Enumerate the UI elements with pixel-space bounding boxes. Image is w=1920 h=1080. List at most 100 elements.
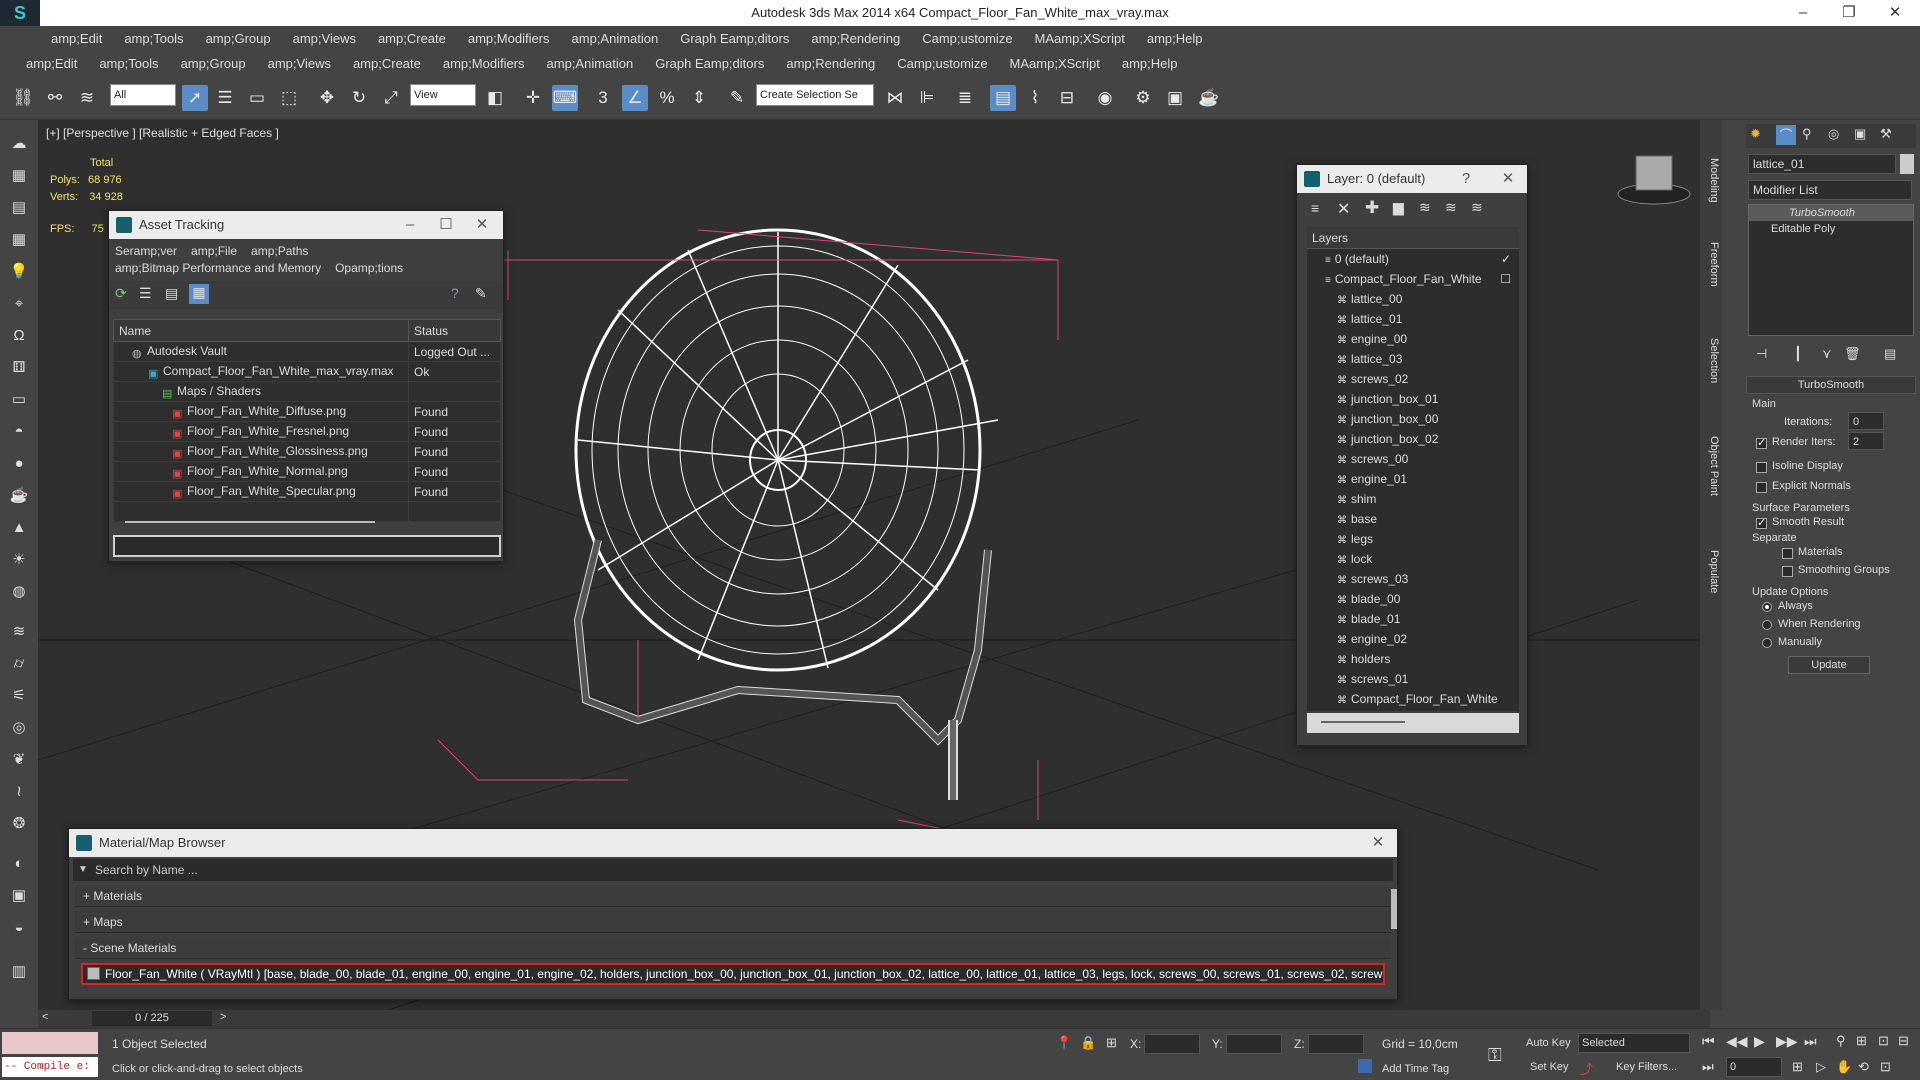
explicit-normals-checkbox[interactable]	[1756, 482, 1767, 493]
auto-key-button[interactable]: Auto Key	[1526, 1037, 1571, 1049]
object-color-swatch[interactable]	[1900, 154, 1914, 174]
asset-menu2-1[interactable]: Opamp;tions	[335, 261, 403, 275]
make-unique-icon[interactable]: ⋎	[1822, 346, 1832, 362]
asset-row[interactable]: ◍ Autodesk Vault Logged Out ...	[113, 341, 501, 362]
play-icon[interactable]: ▶	[1754, 1033, 1765, 1050]
delete-layer-icon[interactable]: ✕	[1337, 199, 1350, 219]
show-end-result-icon[interactable]: ┃	[1794, 346, 1802, 362]
window-crossing-icon[interactable]: ⬚	[276, 85, 302, 111]
angle-snap-icon[interactable]: ∠	[622, 85, 648, 111]
modifier-list-dropdown[interactable]: Modifier List	[1748, 180, 1912, 200]
key-mode-dropdown[interactable]: Selected	[1578, 1033, 1690, 1053]
y-coordinate-field[interactable]	[1226, 1034, 1282, 1054]
scale-icon[interactable]: ⤢	[378, 85, 404, 111]
cone-icon[interactable]: ▲	[7, 516, 31, 540]
add-to-layer-icon[interactable]: ✚	[1365, 198, 1379, 218]
menu1-item-3[interactable]: amp;Views	[282, 31, 367, 46]
layer-object-row[interactable]: ⌘ blade_00	[1307, 589, 1519, 609]
material-browser-scrollbar[interactable]	[1391, 889, 1397, 929]
zoom-all-icon[interactable]: ⊞	[1856, 1033, 1867, 1049]
layer-object-row[interactable]: ⌘ junction_box_00	[1307, 409, 1519, 429]
asset-row[interactable]: ▤ Maps / Shaders	[113, 381, 501, 402]
absolute-mode-icon[interactable]: ⊞	[1106, 1035, 1117, 1051]
set-current-layer-icon[interactable]: ☐	[1500, 269, 1511, 289]
spinner-snap-icon[interactable]: ⇕	[686, 85, 712, 111]
field-of-view-icon[interactable]: ▷	[1816, 1059, 1826, 1075]
prev-frame-icon[interactable]: ◀◀	[1726, 1033, 1748, 1050]
next-frame-icon[interactable]: ▶▶	[1776, 1033, 1798, 1050]
layer-close-button[interactable]: ✕	[1489, 165, 1527, 193]
hide-all-icon[interactable]: ≋	[1445, 199, 1457, 216]
layer-object-row[interactable]: ⌘ shim	[1307, 489, 1519, 509]
menu2-item-9[interactable]: Camp;ustomize	[886, 56, 998, 71]
tab-modeling[interactable]: Modeling	[1702, 158, 1720, 203]
link-icon[interactable]: ⛓	[10, 85, 36, 111]
render-iters-spinner[interactable]: 2	[1848, 432, 1884, 450]
zoom-extents-icon[interactable]: ⊡	[1878, 1033, 1889, 1049]
menu1-item-7[interactable]: Graph Eamp;ditors	[669, 31, 800, 46]
reference-coordinate-dropdown[interactable]: View	[410, 84, 476, 106]
selection-filter-dropdown[interactable]: All	[110, 84, 176, 106]
add-time-tag[interactable]: Add Time Tag	[1382, 1063, 1449, 1075]
asset-row[interactable]: ▣ Floor_Fan_White_Normal.png Found	[113, 461, 501, 482]
asset-row[interactable]: ▣ Floor_Fan_White_Specular.png Found	[113, 481, 501, 502]
menu1-item-9[interactable]: Camp;ustomize	[911, 31, 1023, 46]
layer-object-row[interactable]: ⌘ lattice_00	[1307, 289, 1519, 309]
tab-freeform[interactable]: Freeform	[1702, 242, 1720, 287]
sphere-icon[interactable]: ●	[7, 452, 31, 476]
menu2-item-0[interactable]: amp;Edit	[15, 56, 88, 71]
layer-object-row[interactable]: ⌘ engine_02	[1307, 629, 1519, 649]
time-slider[interactable]: < 0 / 225 >	[38, 1010, 1710, 1028]
menu1-item-5[interactable]: amp;Modifiers	[457, 31, 561, 46]
asset-tracking-titlebar[interactable]: Asset Tracking – ☐ ✕	[109, 211, 503, 239]
material-search-input[interactable]: ▼ Search by Name ...	[73, 859, 1393, 881]
iterations-spinner[interactable]: 0	[1848, 412, 1884, 430]
mirror-icon[interactable]: ⋈	[882, 85, 908, 111]
tab-populate[interactable]: Populate	[1702, 550, 1720, 593]
utilities-tab-icon[interactable]: ⚒	[1880, 126, 1892, 142]
light-bulb-icon[interactable]: 💡	[7, 260, 31, 284]
layer-row[interactable]: ≡ Compact_Floor_Fan_White ☐	[1307, 269, 1519, 289]
stack-item-turbosmooth[interactable]: TurboSmooth	[1749, 205, 1913, 221]
z-coordinate-field[interactable]	[1308, 1034, 1364, 1054]
menu2-item-1[interactable]: amp;Tools	[88, 56, 169, 71]
asset-row[interactable]: ▣ Compact_Floor_Fan_White_max_vray.max Ok	[113, 361, 501, 382]
scene-explorer-icon[interactable]: ▤	[990, 85, 1016, 111]
isoline-display-checkbox[interactable]	[1756, 462, 1767, 473]
orb-icon[interactable]: ◍	[7, 580, 31, 604]
asset-menu-2[interactable]: amp;Paths	[251, 244, 308, 258]
set-key-button[interactable]: Set Key	[1530, 1061, 1569, 1073]
horseshoe-icon[interactable]: Ω	[7, 324, 31, 348]
material-editor-icon[interactable]: ◉	[1092, 85, 1118, 111]
search-dropdown-icon[interactable]: ▼	[78, 859, 88, 881]
unlink-icon[interactable]: ⚯	[42, 85, 68, 111]
render-iters-checkbox[interactable]	[1756, 436, 1767, 449]
set-key-icon[interactable]: ⤴	[1580, 1059, 1593, 1078]
rotate-icon[interactable]: ↻	[346, 85, 372, 111]
rendered-frame-window-icon[interactable]: ▣	[1162, 85, 1188, 111]
layers-header[interactable]: Layers	[1307, 227, 1519, 249]
create-layer-icon[interactable]: ≡	[1311, 200, 1319, 216]
maxscript-output[interactable]: -- Compile e:	[2, 1057, 98, 1077]
menu2-item-7[interactable]: Graph Eamp;ditors	[644, 56, 775, 71]
sun-icon[interactable]: ☀	[7, 548, 31, 572]
select-in-layer-icon[interactable]: ▆	[1393, 199, 1404, 216]
display-tab-icon[interactable]: ▣	[1854, 126, 1866, 142]
asset-row[interactable]: ▣ Floor_Fan_White_Diffuse.png Found	[113, 401, 501, 422]
update-button[interactable]: Update	[1788, 656, 1870, 674]
snap-toggle-icon[interactable]: 3	[590, 85, 616, 111]
layer-object-row[interactable]: ⌘ Compact_Floor_Fan_White	[1307, 689, 1519, 709]
asset-row[interactable]: ▣ Floor_Fan_White_Glossiness.png Found	[113, 441, 501, 462]
asset-menu2-0[interactable]: amp;Bitmap Performance and Memory	[115, 261, 321, 275]
modify-tab-icon[interactable]: ⌒	[1776, 125, 1796, 145]
lock-selection-icon[interactable]: 🔒	[1080, 1035, 1096, 1051]
globe-icon[interactable]: ◎	[7, 716, 31, 740]
teapot-icon[interactable]: ☁	[7, 132, 31, 156]
layer-object-row[interactable]: ⌘ lattice_03	[1307, 349, 1519, 369]
script-icon[interactable]: ▥	[7, 960, 31, 984]
menu1-item-10[interactable]: MAamp;XScript	[1024, 31, 1136, 46]
layer-object-row[interactable]: ⌘ screws_00	[1307, 449, 1519, 469]
tab-object-paint[interactable]: Object Paint	[1702, 436, 1720, 496]
time-slider-frame[interactable]: 0 / 225	[92, 1011, 212, 1026]
asset-menu-1[interactable]: amp;File	[191, 244, 237, 258]
